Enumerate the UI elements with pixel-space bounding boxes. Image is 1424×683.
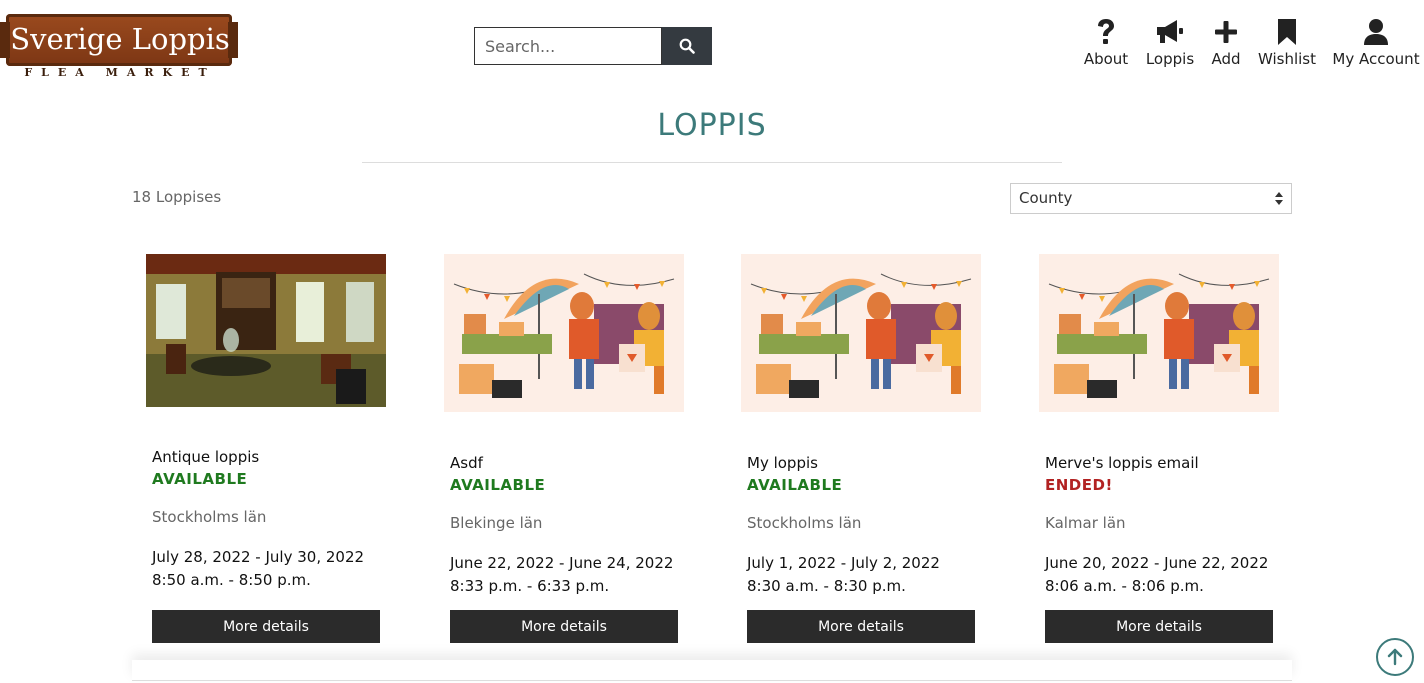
more-details-button[interactable]: More details xyxy=(450,610,678,643)
page-title: LOPPIS xyxy=(657,108,767,143)
loppis-county: Stockholms län xyxy=(747,514,862,532)
more-details-button[interactable]: More details xyxy=(747,610,975,643)
search-button[interactable] xyxy=(662,27,712,65)
status-badge: AVAILABLE xyxy=(747,476,843,494)
loppis-dates: June 22, 2022 - June 24, 2022 8:33 p.m. … xyxy=(450,552,678,598)
loppis-image[interactable] xyxy=(444,254,684,412)
nav-about[interactable]: About xyxy=(1077,18,1135,68)
search-input[interactable] xyxy=(474,27,662,65)
loppis-card: Asdf AVAILABLE Blekinge län June 22, 202… xyxy=(444,254,684,643)
more-details-button[interactable]: More details xyxy=(152,610,380,643)
status-badge: AVAILABLE xyxy=(450,476,546,494)
logo-subtitle: FLEA MARKET xyxy=(24,66,216,79)
date-range: July 1, 2022 - July 2, 2022 xyxy=(747,554,940,572)
nav-about-label: About xyxy=(1083,50,1129,68)
main-nav: About Loppis Add Wishlist My Account xyxy=(1077,18,1424,68)
loppis-dates: July 28, 2022 - July 30, 2022 8:50 a.m. … xyxy=(152,546,380,592)
flea-market-illustration xyxy=(741,254,981,412)
date-range: June 22, 2022 - June 24, 2022 xyxy=(450,554,674,572)
status-badge: AVAILABLE xyxy=(152,470,248,488)
date-range: July 28, 2022 - July 30, 2022 xyxy=(152,548,365,566)
megaphone-icon xyxy=(1157,20,1183,43)
time-range: 8:06 a.m. - 8:06 p.m. xyxy=(1045,577,1204,595)
more-details-button[interactable]: More details xyxy=(1045,610,1273,643)
results-count: 18 Loppises xyxy=(132,188,222,206)
bookmark-icon xyxy=(1278,19,1296,45)
question-icon xyxy=(1098,19,1114,44)
nav-loppis[interactable]: Loppis xyxy=(1144,18,1196,68)
plus-icon xyxy=(1215,21,1237,43)
site-logo[interactable]: Sverige Loppis FLEA MARKET xyxy=(0,12,238,84)
nav-loppis-label: Loppis xyxy=(1145,50,1195,68)
time-range: 8:30 a.m. - 8:30 p.m. xyxy=(747,577,906,595)
nav-add-label: Add xyxy=(1211,50,1241,68)
card-info: Merve's loppis email ENDED! Kalmar län J… xyxy=(1045,454,1273,598)
nav-wishlist-label: Wishlist xyxy=(1257,50,1317,68)
loppis-name: My loppis xyxy=(747,454,818,472)
antique-room-image xyxy=(146,254,386,407)
flea-market-illustration xyxy=(444,254,684,412)
loppis-county: Kalmar län xyxy=(1045,514,1126,532)
loppis-name: Asdf xyxy=(450,454,483,472)
loppis-dates: July 1, 2022 - July 2, 2022 8:30 a.m. - … xyxy=(747,552,975,598)
search-icon xyxy=(679,38,695,54)
section-divider xyxy=(132,660,1292,681)
loppis-card: Merve's loppis email ENDED! Kalmar län J… xyxy=(1039,254,1279,643)
card-info: Asdf AVAILABLE Blekinge län June 22, 202… xyxy=(450,454,678,598)
county-select[interactable]: County xyxy=(1010,183,1292,214)
loppis-card: My loppis AVAILABLE Stockholms län July … xyxy=(741,254,981,643)
date-range: June 20, 2022 - June 22, 2022 xyxy=(1045,554,1269,572)
loppis-image[interactable] xyxy=(146,254,386,407)
time-range: 8:50 a.m. - 8:50 p.m. xyxy=(152,571,311,589)
select-arrows-icon xyxy=(1275,192,1283,205)
loppis-image[interactable] xyxy=(741,254,981,412)
loppis-name: Merve's loppis email xyxy=(1045,454,1199,472)
nav-wishlist[interactable]: Wishlist xyxy=(1256,18,1318,68)
card-info: Antique loppis AVAILABLE Stockholms län … xyxy=(152,448,380,592)
nav-my-account[interactable]: My Account xyxy=(1328,18,1424,68)
status-badge: ENDED! xyxy=(1045,476,1113,494)
county-select-value: County xyxy=(1019,189,1073,207)
arrow-up-icon xyxy=(1387,648,1403,666)
logo-title: Sverige Loppis xyxy=(10,22,230,56)
loppis-card: Antique loppis AVAILABLE Stockholms län … xyxy=(146,254,386,643)
nav-add[interactable]: Add xyxy=(1206,18,1246,68)
loppis-county: Blekinge län xyxy=(450,514,543,532)
search-form xyxy=(474,27,712,65)
title-divider xyxy=(362,162,1062,163)
loppis-dates: June 20, 2022 - June 22, 2022 8:06 a.m. … xyxy=(1045,552,1273,598)
flea-market-illustration xyxy=(1039,254,1279,412)
loppis-name: Antique loppis xyxy=(152,448,260,466)
nav-my-account-label: My Account xyxy=(1332,50,1420,68)
card-info: My loppis AVAILABLE Stockholms län July … xyxy=(747,454,975,598)
user-icon xyxy=(1364,19,1388,45)
scroll-to-top-button[interactable] xyxy=(1376,638,1414,676)
loppis-image[interactable] xyxy=(1039,254,1279,412)
time-range: 8:33 p.m. - 6:33 p.m. xyxy=(450,577,610,595)
loppis-county: Stockholms län xyxy=(152,508,267,526)
